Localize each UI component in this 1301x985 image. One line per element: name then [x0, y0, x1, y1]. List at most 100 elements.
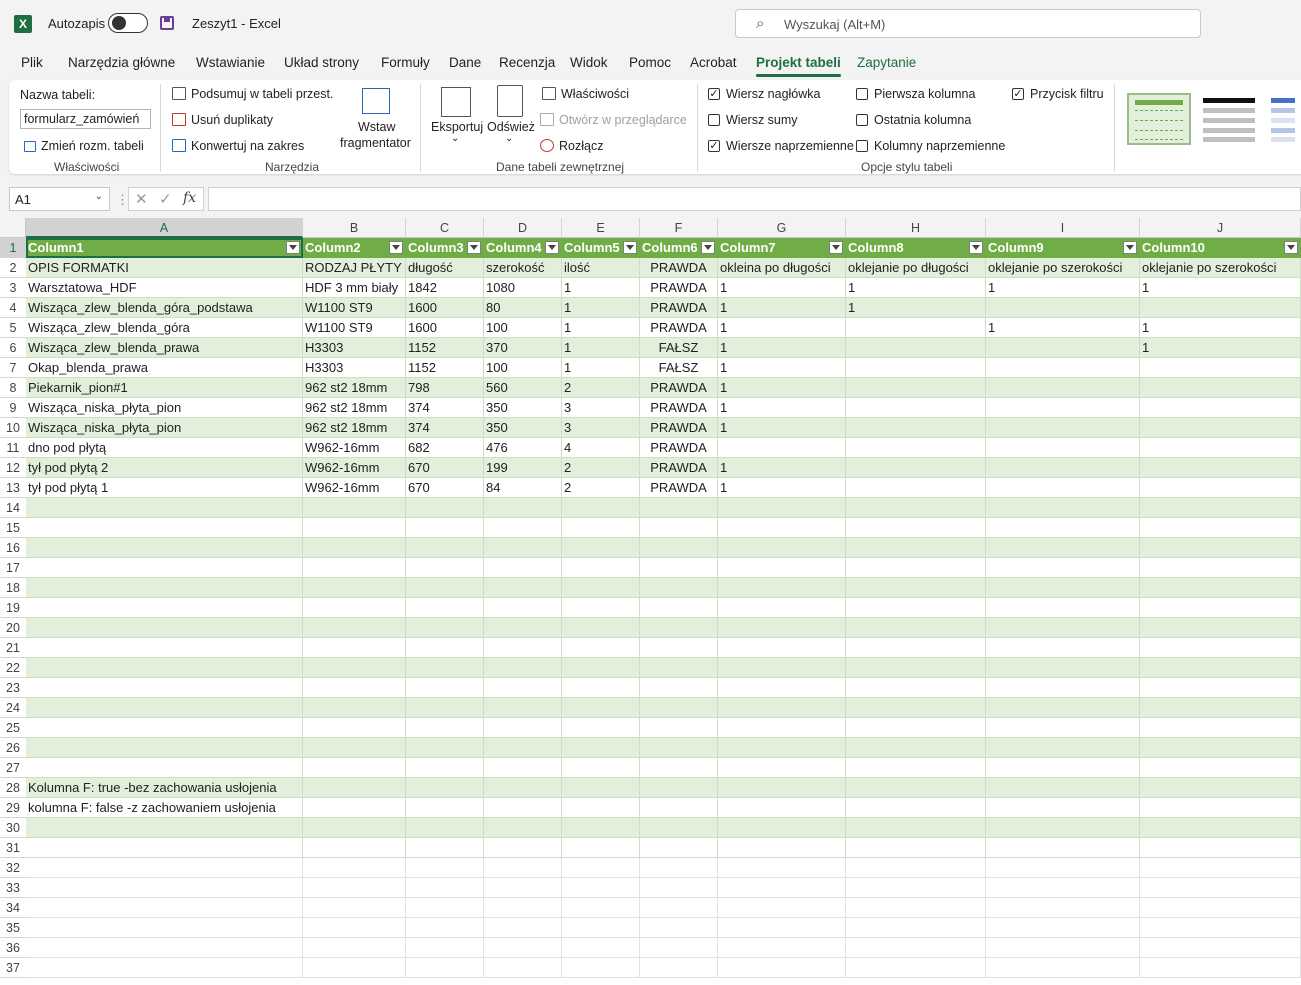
cell-i17[interactable]	[986, 558, 1140, 578]
cell-j21[interactable]	[1140, 638, 1301, 658]
cell-i22[interactable]	[986, 658, 1140, 678]
header-row-checkbox[interactable]: ✓	[708, 88, 720, 100]
cell-e19[interactable]	[562, 598, 640, 618]
cell-f30[interactable]	[640, 818, 718, 838]
cell-i9[interactable]	[986, 398, 1140, 418]
cell-h24[interactable]	[846, 698, 986, 718]
cell-j26[interactable]	[1140, 738, 1301, 758]
cell-j7[interactable]	[1140, 358, 1301, 378]
cell-d24[interactable]	[484, 698, 562, 718]
cell-j37[interactable]	[1140, 958, 1301, 978]
cell-e23[interactable]	[562, 678, 640, 698]
cell-d35[interactable]	[484, 918, 562, 938]
cell-j4[interactable]	[1140, 298, 1301, 318]
cell-a29[interactable]: kolumna F: false -z zachowaniem usłojeni…	[26, 798, 303, 818]
cell-c28[interactable]	[406, 778, 484, 798]
cell-c25[interactable]	[406, 718, 484, 738]
filter-button-checkbox[interactable]: ✓	[1012, 88, 1024, 100]
tab-insert[interactable]: Wstawianie	[196, 55, 265, 70]
cell-i33[interactable]	[986, 878, 1140, 898]
cell-f27[interactable]	[640, 758, 718, 778]
tab-acrobat[interactable]: Acrobat	[690, 55, 737, 70]
cell-j12[interactable]	[1140, 458, 1301, 478]
cell-b2[interactable]: RODZAJ PŁYTY	[303, 258, 406, 278]
cell-g32[interactable]	[718, 858, 846, 878]
cell-d20[interactable]	[484, 618, 562, 638]
cell-g11[interactable]	[718, 438, 846, 458]
row-header[interactable]: 16	[0, 538, 26, 558]
summarize-pivot-button[interactable]: Podsumuj w tabeli przest.	[172, 87, 333, 101]
row-header[interactable]: 22	[0, 658, 26, 678]
cell-c14[interactable]	[406, 498, 484, 518]
cell-g9[interactable]: 1	[718, 398, 846, 418]
cell-c7[interactable]: 1152	[406, 358, 484, 378]
cell-b26[interactable]	[303, 738, 406, 758]
cell-a19[interactable]	[26, 598, 303, 618]
cell-c5[interactable]: 1600	[406, 318, 484, 338]
column-header-d[interactable]: D	[484, 218, 562, 238]
cell-e22[interactable]	[562, 658, 640, 678]
cell-h15[interactable]	[846, 518, 986, 538]
cell-j20[interactable]	[1140, 618, 1301, 638]
cell-f23[interactable]	[640, 678, 718, 698]
cell-g10[interactable]: 1	[718, 418, 846, 438]
cell-g27[interactable]	[718, 758, 846, 778]
cell-f28[interactable]	[640, 778, 718, 798]
cell-d30[interactable]	[484, 818, 562, 838]
cell-h3[interactable]: 1	[846, 278, 986, 298]
cell-e8[interactable]: 2	[562, 378, 640, 398]
cell-f12[interactable]: PRAWDA	[640, 458, 718, 478]
cell-h26[interactable]	[846, 738, 986, 758]
cell-g7[interactable]: 1	[718, 358, 846, 378]
cell-e24[interactable]	[562, 698, 640, 718]
cell-f22[interactable]	[640, 658, 718, 678]
cell-j19[interactable]	[1140, 598, 1301, 618]
cell-a7[interactable]: Okap_blenda_prawa	[26, 358, 303, 378]
cell-i27[interactable]	[986, 758, 1140, 778]
autosave-toggle[interactable]	[108, 13, 148, 33]
tab-file[interactable]: Plik	[21, 55, 43, 70]
filter-dropdown-icon[interactable]	[545, 241, 559, 254]
cell-j33[interactable]	[1140, 878, 1301, 898]
cell-i31[interactable]	[986, 838, 1140, 858]
row-header[interactable]: 19	[0, 598, 26, 618]
last-column-checkbox[interactable]	[856, 114, 868, 126]
table-header-cell[interactable]: Column6	[640, 238, 718, 258]
cell-g21[interactable]	[718, 638, 846, 658]
cell-h35[interactable]	[846, 918, 986, 938]
column-header-g[interactable]: G	[718, 218, 846, 238]
cell-h4[interactable]: 1	[846, 298, 986, 318]
cell-h20[interactable]	[846, 618, 986, 638]
cell-b19[interactable]	[303, 598, 406, 618]
cell-i21[interactable]	[986, 638, 1140, 658]
cell-c11[interactable]: 682	[406, 438, 484, 458]
cell-c8[interactable]: 798	[406, 378, 484, 398]
cell-b13[interactable]: W962-16mm	[303, 478, 406, 498]
cell-c33[interactable]	[406, 878, 484, 898]
cell-h17[interactable]	[846, 558, 986, 578]
select-all-corner[interactable]	[0, 218, 26, 238]
cell-g16[interactable]	[718, 538, 846, 558]
cell-f19[interactable]	[640, 598, 718, 618]
cell-a17[interactable]	[26, 558, 303, 578]
cell-j22[interactable]	[1140, 658, 1301, 678]
table-style-green[interactable]	[1127, 93, 1191, 145]
cell-a24[interactable]	[26, 698, 303, 718]
column-header-i[interactable]: I	[986, 218, 1140, 238]
first-column-checkbox[interactable]	[856, 88, 868, 100]
cell-b33[interactable]	[303, 878, 406, 898]
cell-f17[interactable]	[640, 558, 718, 578]
cell-g18[interactable]	[718, 578, 846, 598]
cell-g14[interactable]	[718, 498, 846, 518]
cell-d2[interactable]: szerokość	[484, 258, 562, 278]
cell-j34[interactable]	[1140, 898, 1301, 918]
cell-j8[interactable]	[1140, 378, 1301, 398]
cell-i32[interactable]	[986, 858, 1140, 878]
row-header[interactable]: 25	[0, 718, 26, 738]
row-header[interactable]: 11	[0, 438, 26, 458]
cell-e26[interactable]	[562, 738, 640, 758]
cell-a26[interactable]	[26, 738, 303, 758]
cell-h14[interactable]	[846, 498, 986, 518]
cell-e37[interactable]	[562, 958, 640, 978]
cell-e10[interactable]: 3	[562, 418, 640, 438]
